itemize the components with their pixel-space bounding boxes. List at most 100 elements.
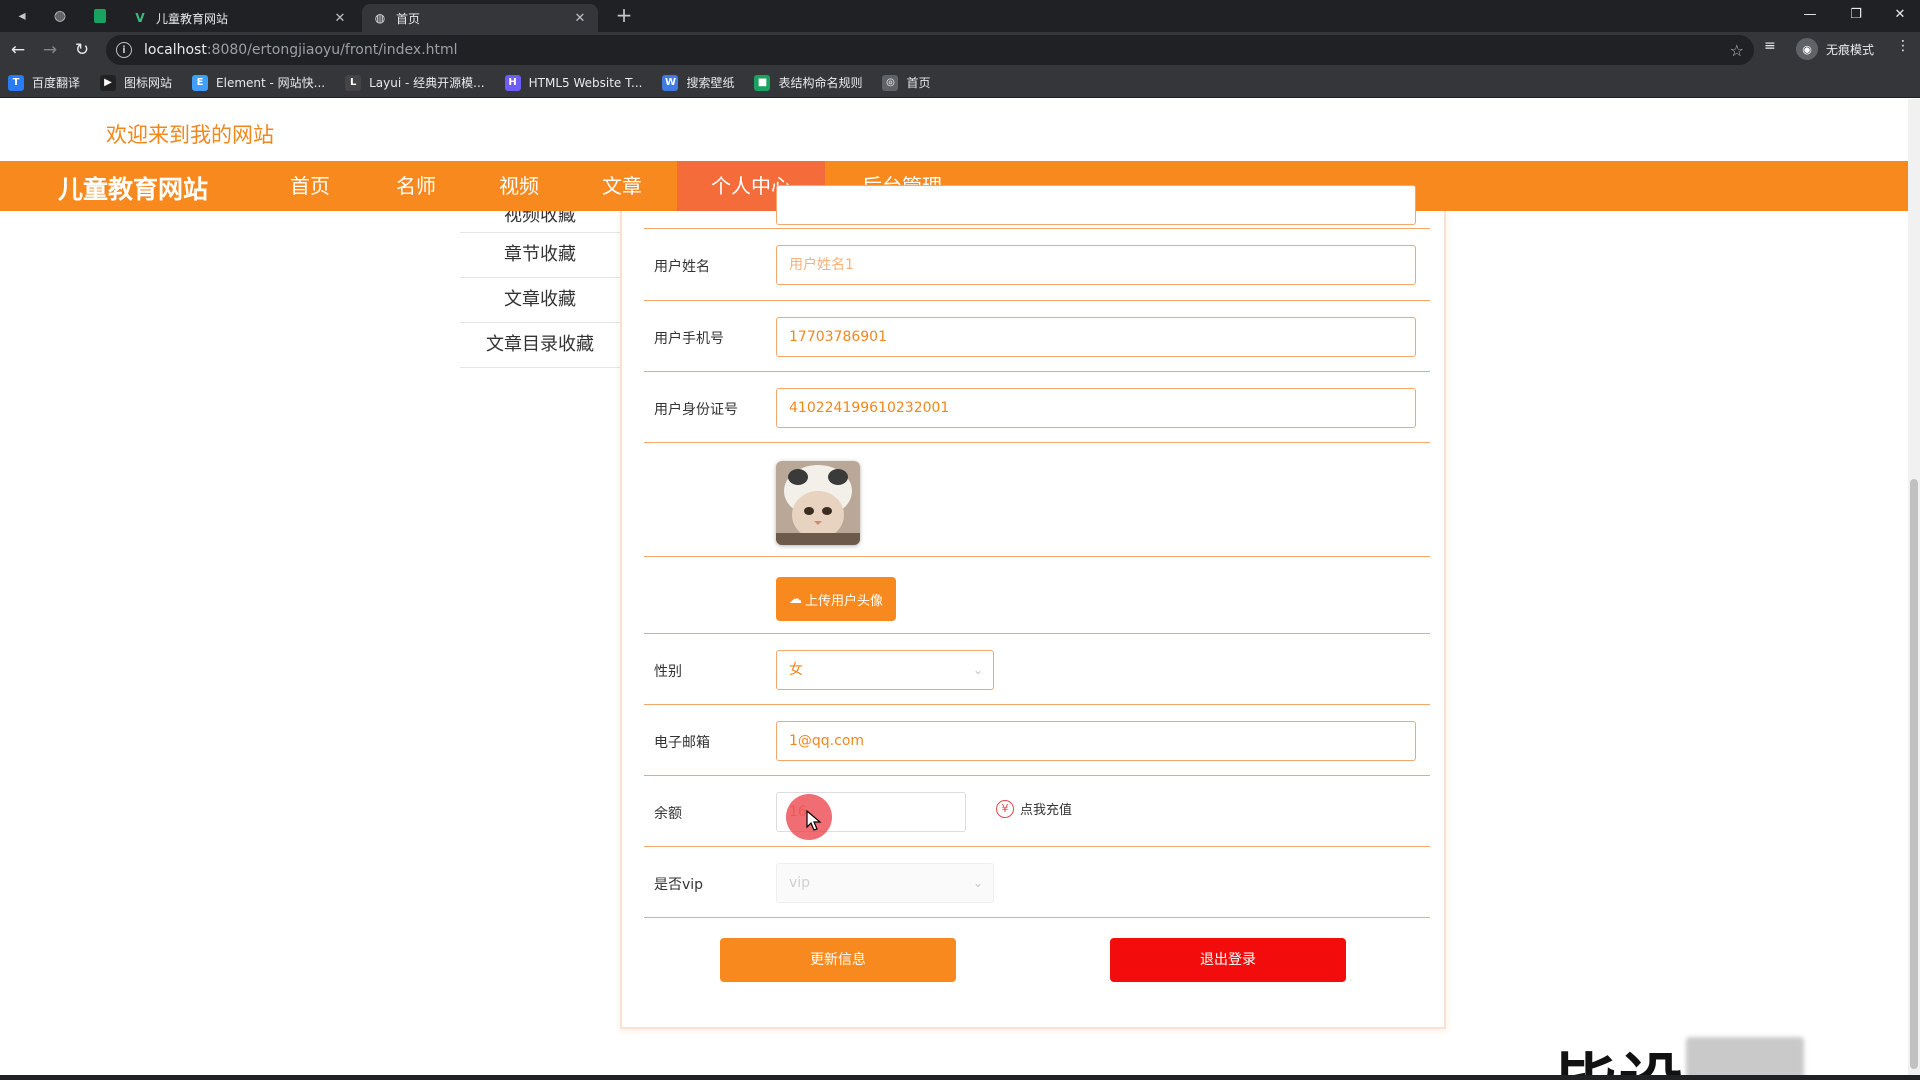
bookmark-label: 百度翻译 [32, 76, 81, 90]
chevron-down-icon: ⌄ [972, 876, 983, 890]
side-item-article-favorites[interactable]: 文章收藏 [460, 278, 620, 323]
profile-form-card: 用户姓名 用户姓名1 用户手机号 17703786901 用户身份证号 4102… [620, 185, 1446, 1029]
bookmark-item[interactable]: ◎ 首页 [882, 74, 931, 91]
bookmark-item[interactable]: H HTML5 Website T... [504, 74, 643, 91]
bookmark-favicon-icon: ◎ [882, 74, 899, 91]
idcard-label: 用户身份证号 [654, 402, 738, 418]
bookmark-item[interactable]: L Layui - 经典开源模... [345, 74, 485, 91]
bookmark-star-icon[interactable]: ☆ [1730, 41, 1744, 60]
gender-label: 性别 [654, 664, 682, 680]
bookmark-item[interactable]: T 百度翻译 [8, 74, 80, 91]
welcome-text: 欢迎来到我的网站 [106, 123, 274, 147]
watermark-blur [1686, 1037, 1804, 1075]
tab-home[interactable]: ◍ 首页 ✕ [362, 4, 598, 32]
close-tab-icon[interactable]: ✕ [332, 11, 348, 26]
bookmark-label: 搜索壁纸 [686, 76, 735, 90]
bookmark-item[interactable]: ■ 表结构命名规则 [754, 74, 862, 91]
vip-select: vip ⌄ [776, 863, 994, 903]
mouse-pointer-icon [806, 810, 822, 831]
email-label: 电子邮箱 [654, 735, 710, 751]
bookmark-label: 首页 [906, 76, 931, 90]
email-input[interactable]: 1@qq.com [776, 721, 1416, 761]
recharge-link[interactable]: ¥ 点我充值 [996, 799, 1072, 818]
vip-label: 是否vip [654, 877, 704, 893]
minimize-icon[interactable]: — [1788, 2, 1832, 28]
bookmark-item[interactable]: ▶ 图标网站 [100, 74, 172, 91]
bookmark-favicon-icon: W [662, 74, 679, 91]
name-input[interactable]: 用户姓名1 [776, 245, 1416, 285]
nav-home[interactable]: 首页 [258, 161, 362, 211]
bookmark-label: Element - 网站快... [216, 76, 326, 90]
back-icon[interactable]: ← [6, 38, 30, 62]
upload-avatar-button[interactable]: ☁ 上传用户头像 [776, 577, 896, 621]
nav-teachers[interactable]: 名师 [364, 161, 468, 211]
bookmarks-bar: T 百度翻译 ▶ 图标网站 E Element - 网站快... L Layui - 经典开源… [0, 68, 1920, 98]
page-viewport: 欢迎来到我的网站 儿童教育网站 首页 名师 视频 文章 个人中心 后台管理 视频… [0, 99, 1908, 1075]
yen-icon: ¥ [996, 799, 1014, 818]
address-bar[interactable]: i localhost:8080/ertongjiaoyu/front/inde… [106, 35, 1754, 65]
bookmark-label: Layui - 经典开源模... [369, 76, 485, 90]
idcard-input[interactable]: 410224199610232001 [776, 388, 1416, 428]
page-scrollbar[interactable] [1908, 99, 1920, 1075]
tab-title: 儿童教育网站 [156, 11, 229, 26]
form-row-gender: 性别 女 ⌄ [644, 634, 1430, 705]
bookmark-item[interactable]: W 搜索壁纸 [662, 74, 734, 91]
forward-icon[interactable]: → [38, 38, 62, 62]
incognito-label: 无痕模式 [1826, 42, 1875, 57]
window-bottom-edge [0, 1075, 1920, 1080]
form-row-vip: 是否vip vip ⌄ [644, 847, 1430, 918]
side-item-article-toc-favorites[interactable]: 文章目录收藏 [460, 323, 620, 368]
form-row-email: 电子邮箱 1@qq.com [644, 705, 1430, 776]
chevron-down-icon: ⌄ [972, 663, 983, 677]
phone-input[interactable]: 17703786901 [776, 317, 1416, 357]
gender-select[interactable]: 女 ⌄ [776, 650, 994, 690]
incognito-indicator[interactable]: ◉ 无痕模式 [1796, 38, 1874, 60]
tab-title: 首页 [396, 11, 421, 26]
form-row-phone: 用户手机号 17703786901 [644, 301, 1430, 372]
form-row-upload: ☁ 上传用户头像 [644, 557, 1430, 634]
pinned-tab-sheet-icon[interactable] [90, 6, 110, 26]
tab-site[interactable]: V 儿童教育网站 ✕ [122, 4, 358, 32]
site-brand[interactable]: 儿童教育网站 [58, 170, 208, 206]
form-row-avatar [644, 443, 1430, 557]
nav-videos[interactable]: 视频 [468, 161, 570, 211]
upload-avatar-label: 上传用户头像 [804, 593, 883, 609]
vue-logo-icon: V [135, 11, 145, 25]
bookmark-favicon-icon: ▶ [100, 74, 117, 91]
balance-label: 余额 [654, 806, 682, 822]
bookmark-label: 图标网站 [124, 76, 173, 90]
browser-tab-strip: ◂ ◍ V 儿童教育网站 ✕ ◍ 首页 ✕ + — ❐ ✕ [0, 0, 1920, 32]
incognito-icon: ◉ [1796, 38, 1818, 60]
bookmark-label: HTML5 Website T... [528, 75, 643, 90]
bookmark-item[interactable]: E Element - 网站快... [192, 74, 325, 91]
name-label: 用户姓名 [654, 259, 710, 275]
update-info-button[interactable]: 更新信息 [720, 938, 956, 982]
nav-articles[interactable]: 文章 [570, 161, 674, 211]
recharge-label: 点我充值 [1020, 803, 1073, 818]
reload-icon[interactable]: ↻ [70, 38, 94, 62]
logout-button[interactable]: 退出登录 [1110, 938, 1346, 982]
restore-icon[interactable]: ❐ [1834, 2, 1878, 28]
profile-side-menu: 视频收藏 章节收藏 文章收藏 文章目录收藏 [460, 211, 620, 368]
new-tab-button[interactable]: + [612, 4, 636, 28]
pinned-tab-globe-icon[interactable]: ◍ [50, 6, 70, 26]
form-row-balance: 余额 16 ¥ 点我充值 [644, 776, 1430, 847]
tab-search-icon[interactable]: ≡ [1764, 38, 1776, 54]
bookmark-favicon-icon: H [504, 74, 521, 91]
cloud-upload-icon: ☁ [788, 591, 802, 607]
menu-kebab-icon[interactable]: ⋮ [1896, 38, 1910, 54]
side-item-chapter-favorites[interactable]: 章节收藏 [460, 233, 620, 278]
close-window-icon[interactable]: ✕ [1878, 2, 1920, 28]
url-text: localhost:8080/ertongjiaoyu/front/index.… [144, 42, 458, 58]
site-info-icon[interactable]: i [116, 42, 132, 58]
mute-tab-icon[interactable]: ◂ [12, 6, 32, 26]
scrollbar-thumb[interactable] [1910, 479, 1918, 1069]
close-tab-icon[interactable]: ✕ [572, 11, 588, 26]
bookmark-favicon-icon: ■ [754, 74, 771, 91]
phone-label: 用户手机号 [654, 331, 724, 347]
browser-toolbar: ← → ↻ i localhost:8080/ertongjiaoyu/fron… [0, 32, 1920, 68]
side-item-video-favorites[interactable]: 视频收藏 [460, 211, 620, 233]
watermark-text: 毕设 [1553, 1033, 1685, 1075]
hidden-field[interactable] [776, 185, 1416, 225]
form-row-name: 用户姓名 用户姓名1 [644, 229, 1430, 301]
